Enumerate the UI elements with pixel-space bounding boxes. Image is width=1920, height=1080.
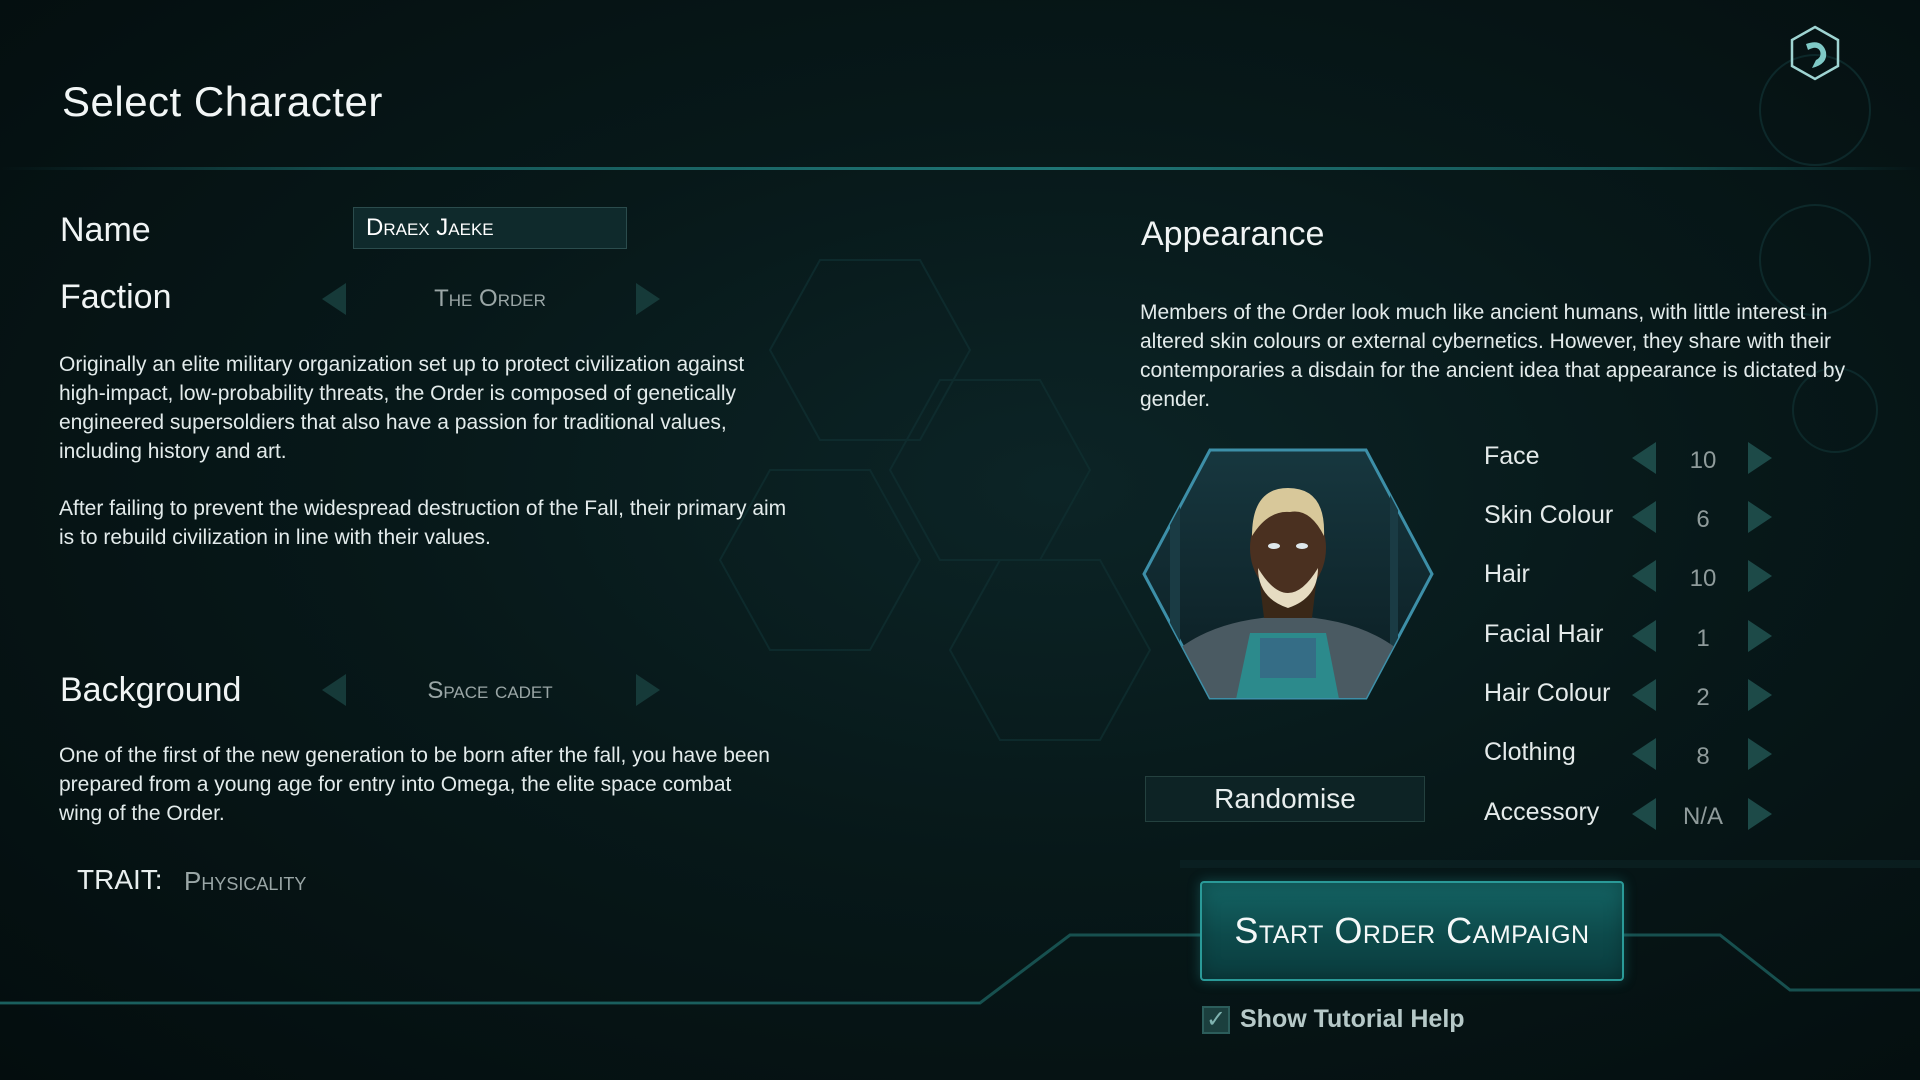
face-label: Face [1484,442,1540,470]
background-label: Background [60,671,242,709]
face-next-arrow-icon[interactable] [1748,442,1772,474]
faction-description: Originally an elite military organizatio… [59,353,745,463]
background-next-arrow-icon[interactable] [636,674,660,706]
clothing-prev-arrow-icon[interactable] [1632,738,1656,770]
hair-colour-next-arrow-icon[interactable] [1748,679,1772,711]
hair-value: 10 [1689,565,1717,592]
hair-colour-prev-arrow-icon[interactable] [1632,679,1656,711]
accessory-label: Accessory [1484,798,1600,826]
hair-label: Hair [1484,560,1530,588]
background-description: One of the first of the new generation t… [59,744,770,825]
face-prev-arrow-icon[interactable] [1632,442,1656,474]
hair-prev-arrow-icon[interactable] [1632,560,1656,592]
accessory-value: N/A [1682,803,1723,830]
page-title: Select Character [62,78,383,125]
faction-next-arrow-icon[interactable] [636,283,660,315]
faction-value: The Order [434,285,546,312]
character-portrait [1142,448,1434,700]
clothing-next-arrow-icon[interactable] [1748,738,1772,770]
clothing-label: Clothing [1484,738,1576,766]
appearance-description: Members of the Order look much like anci… [1140,301,1846,411]
randomise-button[interactable]: Randomise [1145,776,1425,822]
facial-hair-value: 1 [1696,625,1710,652]
name-input[interactable] [353,207,627,249]
faction-description-2: After failing to prevent the widespread … [59,497,787,549]
tutorial-help-label[interactable]: Show Tutorial Help [1240,1005,1465,1034]
skin-colour-value: 6 [1696,506,1710,533]
name-label: Name [60,211,151,249]
start-campaign-button[interactable]: Start Order Campaign [1200,881,1624,981]
trait-label: TRAIT: [77,864,163,895]
skin-colour-prev-arrow-icon[interactable] [1632,501,1656,533]
faction-label: Faction [60,278,172,316]
appearance-title: Appearance [1141,215,1325,253]
checkmark-icon: ✓ [1206,1006,1227,1033]
game-logo-icon[interactable] [1786,24,1844,82]
trait-value: Physicality [184,866,307,896]
clothing-value: 8 [1696,743,1710,770]
facial-hair-next-arrow-icon[interactable] [1748,620,1772,652]
hair-colour-label: Hair Colour [1484,679,1611,707]
hair-colour-value: 2 [1696,684,1710,711]
face-value: 10 [1689,447,1717,474]
facial-hair-label: Facial Hair [1484,620,1604,648]
skin-colour-next-arrow-icon[interactable] [1748,501,1772,533]
accessory-next-arrow-icon[interactable] [1748,798,1772,830]
hair-next-arrow-icon[interactable] [1748,560,1772,592]
skin-colour-label: Skin Colour [1484,501,1614,529]
accessory-prev-arrow-icon[interactable] [1632,798,1656,830]
header-divider [0,167,1920,170]
facial-hair-prev-arrow-icon[interactable] [1632,620,1656,652]
background-value: Space cadet [427,677,553,704]
